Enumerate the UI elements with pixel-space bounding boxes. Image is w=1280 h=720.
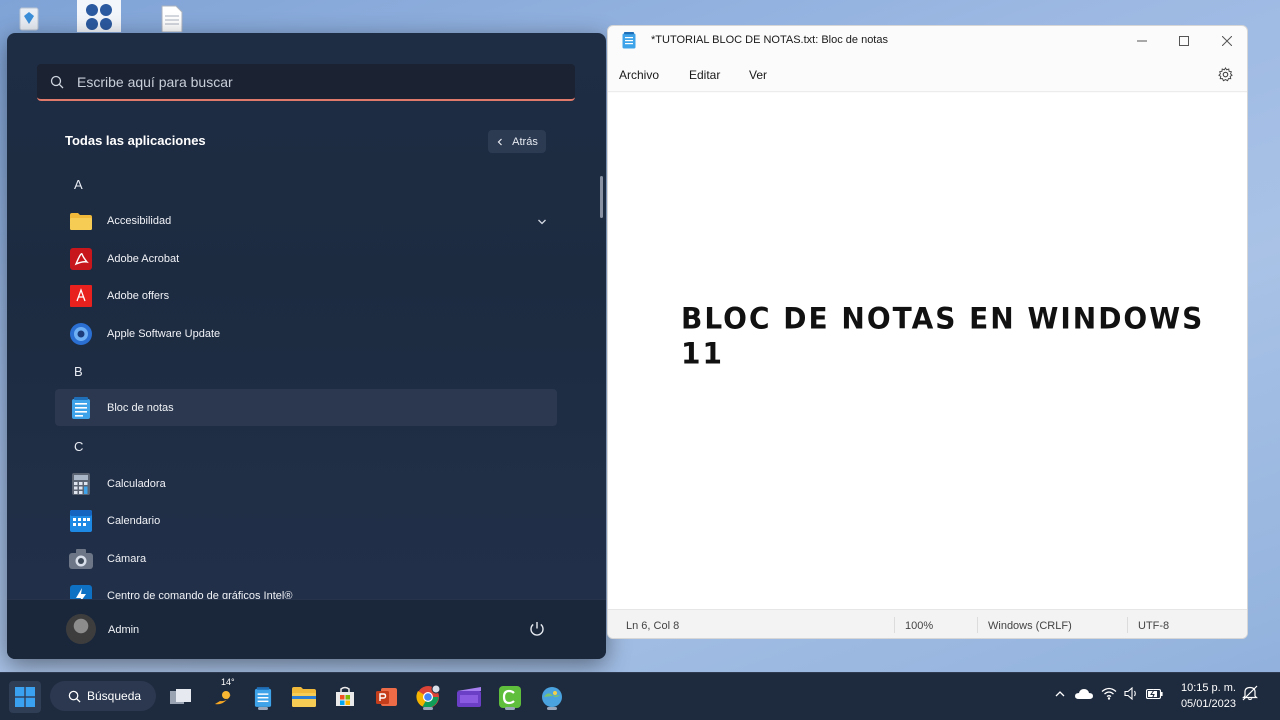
chrome-icon[interactable] (412, 681, 444, 713)
letter-header-a[interactable]: A (74, 177, 83, 192)
status-divider (977, 617, 978, 633)
chevron-up-icon[interactable] (1054, 687, 1066, 705)
apple-update-icon (55, 322, 107, 346)
maximize-icon[interactable] (1164, 30, 1204, 52)
windows-icon (15, 687, 35, 707)
app-item-accesibilidad[interactable]: Accesibilidad (55, 202, 557, 239)
menu-editar[interactable]: Editar (689, 68, 720, 82)
notification-bell-icon[interactable] (1242, 685, 1258, 706)
document-text[interactable]: BLOC DE NOTAS EN WINDOWS 11 (681, 301, 1247, 370)
avatar[interactable] (66, 614, 96, 644)
start-search-box[interactable] (37, 64, 575, 101)
adobe-icon (55, 284, 107, 307)
wifi-icon[interactable] (1101, 687, 1117, 705)
close-icon[interactable] (1207, 30, 1247, 52)
camtasia-icon[interactable] (494, 681, 526, 713)
letter-header-b[interactable]: B (74, 364, 83, 379)
calendar-icon (55, 509, 107, 532)
encoding: UTF-8 (1138, 620, 1170, 632)
start-search-input[interactable] (77, 73, 557, 90)
app-label: Adobe offers (107, 289, 170, 302)
search-icon (37, 75, 77, 89)
notepad-taskbar-icon[interactable] (247, 681, 279, 713)
back-label: Atrás (512, 135, 538, 148)
gear-icon[interactable] (1218, 67, 1233, 87)
letter-header-c[interactable]: C (74, 439, 83, 454)
app-item-calendario[interactable]: Calendario (55, 502, 557, 539)
status-bar: Ln 6, Col 8 100% Windows (CRLF) UTF-8 (608, 609, 1247, 638)
chevron-left-icon (497, 138, 503, 145)
app-label: Accesibilidad (107, 214, 172, 227)
app-label: Adobe Acrobat (107, 252, 180, 265)
cursor-position: Ln 6, Col 8 (626, 620, 680, 632)
title-bar[interactable]: *TUTORIAL BLOC DE NOTAS.txt: Bloc de not… (608, 26, 1247, 56)
notepad-window: *TUTORIAL BLOC DE NOTAS.txt: Bloc de not… (607, 25, 1248, 639)
app-item-calculadora[interactable]: Calculadora (55, 465, 557, 502)
search-icon (68, 690, 81, 703)
app-item-bloc-de-notas[interactable]: Bloc de notas (55, 389, 557, 426)
back-button[interactable]: Atrás (488, 130, 546, 153)
power-icon[interactable] (528, 620, 546, 643)
camera-icon (55, 548, 107, 569)
app-label: Apple Software Update (107, 327, 221, 340)
running-indicator (423, 707, 433, 710)
text-editor[interactable]: BLOC DE NOTAS EN WINDOWS 11 (608, 93, 1247, 609)
onedrive-icon[interactable] (1075, 687, 1093, 705)
text-file-icon[interactable] (148, 0, 194, 32)
clock-date: 05/01/2023 (1180, 698, 1236, 710)
calculator-icon (55, 472, 107, 495)
acrobat-icon (55, 247, 107, 270)
app-label: Calendario (107, 514, 161, 527)
weather-temp: 14° (221, 677, 235, 687)
start-menu: Todas las aplicaciones Atrás A Accesibil… (7, 33, 606, 659)
apps-scrollbar[interactable] (600, 176, 603, 218)
line-endings: Windows (CRLF) (988, 620, 1072, 632)
status-divider (894, 617, 895, 633)
app-item-apple-software-update[interactable]: Apple Software Update (55, 315, 557, 352)
clipchamp-icon[interactable] (453, 681, 485, 713)
menu-bar: Archivo Editar Ver (608, 58, 1247, 92)
user-name[interactable]: Admin (108, 624, 139, 636)
status-divider (1127, 617, 1128, 633)
taskbar-search-label: Búsqueda (87, 689, 142, 703)
chevron-down-icon[interactable] (537, 214, 547, 232)
notepad-icon (622, 32, 636, 54)
menu-archivo[interactable]: Archivo (619, 68, 659, 82)
app-item-adobe-acrobat[interactable]: Adobe Acrobat (55, 240, 557, 277)
taskbar: Búsqueda 14° 10:15 p. m. 05/01/2023 (0, 672, 1280, 720)
powerpoint-icon[interactable] (371, 681, 403, 713)
taskbar-search-button[interactable]: Búsqueda (50, 681, 156, 711)
control-panel-icon[interactable] (76, 0, 122, 32)
all-apps-heading: Todas las aplicaciones (65, 133, 206, 148)
zoom-level: 100% (905, 620, 934, 632)
start-footer: Admin (7, 599, 606, 659)
notepad-icon (55, 396, 107, 419)
battery-icon[interactable] (1145, 687, 1163, 705)
start-button[interactable] (9, 681, 41, 713)
system-clock[interactable]: 10:15 p. m. 05/01/2023 (1172, 680, 1236, 712)
app-label: Calculadora (107, 477, 166, 490)
recycle-bin-icon[interactable] (6, 0, 52, 32)
running-indicator (258, 707, 268, 710)
app-label: Cámara (107, 552, 147, 565)
app-item-adobe-offers[interactable]: Adobe offers (55, 277, 557, 314)
window-title: *TUTORIAL BLOC DE NOTAS.txt: Bloc de not… (651, 34, 888, 46)
running-indicator (547, 707, 557, 710)
menu-ver[interactable]: Ver (749, 68, 767, 82)
task-view-icon[interactable] (165, 681, 197, 713)
folder-icon (55, 212, 107, 230)
microsoft-store-icon[interactable] (329, 681, 361, 713)
clock-time: 10:15 p. m. (1180, 682, 1236, 694)
minimize-icon[interactable] (1122, 30, 1162, 52)
volume-icon[interactable] (1124, 686, 1139, 705)
running-indicator (505, 707, 515, 710)
file-explorer-icon[interactable] (288, 681, 320, 713)
app-item-camara[interactable]: Cámara (55, 540, 557, 577)
paint-icon[interactable] (536, 681, 568, 713)
app-label: Bloc de notas (107, 401, 174, 414)
